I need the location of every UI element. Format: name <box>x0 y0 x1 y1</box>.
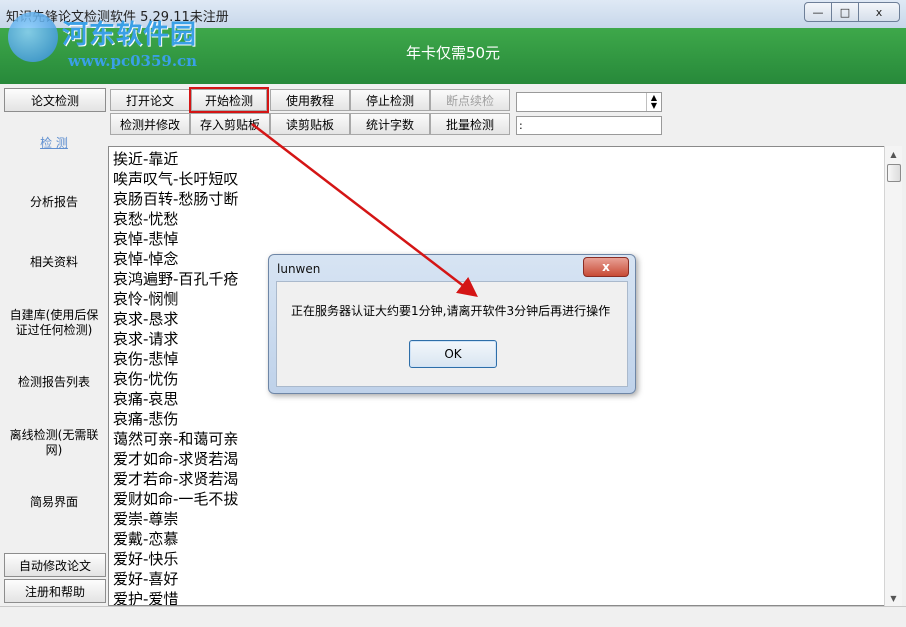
dialog-message: 正在服务器认证大约要1分钟,请离开软件3分钟后再进行操作 <box>291 304 611 318</box>
text-line: 爱才如命-求贤若渴 <box>113 450 239 468</box>
status-bar <box>0 606 906 627</box>
text-line: 唉声叹气-长吁短叹 <box>113 170 239 188</box>
minimize-button[interactable]: — <box>804 2 832 22</box>
check-and-revise-button[interactable]: 检测并修改 <box>110 113 190 135</box>
scroll-up-icon[interactable]: ▲ <box>885 146 902 162</box>
nav-item-check[interactable]: 检 测 <box>0 136 108 151</box>
text-lines: 挨近-靠近唉声叹气-长吁短叹 哀肠百转-愁肠寸断 哀愁-忧愁哀悼-悲悼哀悼-悼念哀鸿… <box>113 149 239 606</box>
dialog-close-button[interactable]: x <box>583 257 629 277</box>
text-line: 爱崇-尊崇 <box>113 510 179 528</box>
scroll-thumb[interactable] <box>887 164 901 182</box>
maximize-button[interactable]: □ <box>831 2 859 22</box>
nav-auto-revise-button[interactable]: 自动修改论文 <box>4 553 106 577</box>
start-check-button[interactable]: 开始检测 <box>189 87 269 113</box>
scroll-down-icon[interactable]: ▼ <box>885 590 902 606</box>
text-line: 哀求-恳求 <box>113 310 179 328</box>
text-line: 哀鸿遍野-百孔千疮 <box>113 270 239 288</box>
resume-check-button[interactable]: 断点续检 <box>430 89 510 111</box>
read-clipboard-button[interactable]: 读剪贴板 <box>270 113 350 135</box>
tutorial-button[interactable]: 使用教程 <box>270 89 350 111</box>
text-line: 哀求-请求 <box>113 330 179 348</box>
dialog-title: lunwen <box>277 262 321 276</box>
nav-register-help-button[interactable]: 注册和帮助 <box>4 579 106 603</box>
text-line: 哀伤-忧伤 <box>113 370 179 388</box>
nav-item-related-materials[interactable]: 相关资料 <box>0 255 108 270</box>
text-line: 哀愁-忧愁 <box>113 210 179 228</box>
sidebar: 论文检测 检 测 分析报告 相关资料 自建库(使用后保证过任何检测) 检测报告列… <box>0 84 108 608</box>
open-paper-button[interactable]: 打开论文 <box>110 89 190 111</box>
stop-check-button[interactable]: 停止检测 <box>350 89 430 111</box>
text-line: 爱才若命-求贤若渴 <box>113 470 239 488</box>
nav-item-report-list[interactable]: 检测报告列表 <box>0 375 108 390</box>
text-line: 哀痛-哀思 <box>113 390 179 408</box>
nav-paper-check-button[interactable]: 论文检测 <box>4 88 106 112</box>
text-line: 哀悼-悲悼 <box>113 230 179 248</box>
mode-select[interactable]: ▲ ▼ <box>516 92 662 112</box>
spinner-arrows-icon[interactable]: ▲ ▼ <box>646 93 661 111</box>
text-scrollbar[interactable]: ▲ ▼ <box>884 146 902 606</box>
text-line: 哀肠百转-愁肠寸断 <box>113 190 239 208</box>
dialog-body: 正在服务器认证大约要1分钟,请离开软件3分钟后再进行操作 OK <box>276 281 628 387</box>
nav-item-custom-library[interactable]: 自建库(使用后保证过任何检测) <box>6 308 102 338</box>
nav-item-offline-check[interactable]: 离线检测(无需联网) <box>6 428 102 458</box>
text-line: 哀痛-悲伤 <box>113 410 179 428</box>
text-line: 爱戴-恋慕 <box>113 530 179 548</box>
window-title: 知识先锋论文检测软件 5.29.11未注册 <box>6 10 229 25</box>
message-dialog: lunwen x 正在服务器认证大约要1分钟,请离开软件3分钟后再进行操作 OK <box>268 254 636 394</box>
dialog-ok-button[interactable]: OK <box>409 340 497 368</box>
text-line: 爱好-快乐 <box>113 550 179 568</box>
batch-check-button[interactable]: 批量检测 <box>430 113 510 135</box>
text-line: 爱财如命-一毛不拔 <box>113 490 239 508</box>
text-line: 爱好-喜好 <box>113 570 179 588</box>
text-line: 哀怜-悯恻 <box>113 290 179 308</box>
text-line: 哀悼-悼念 <box>113 250 179 268</box>
close-window-button[interactable]: x <box>858 2 900 22</box>
window-controls: — □ x <box>804 2 900 22</box>
window-titlebar: 知识先锋论文检测软件 5.29.11未注册 — □ x <box>0 0 906 29</box>
promo-banner: 年卡仅需50元 <box>0 28 906 84</box>
nav-item-analysis-report[interactable]: 分析报告 <box>0 195 108 210</box>
text-line: 蔼然可亲-和蔼可亲 <box>113 430 239 448</box>
nav-item-simple-ui[interactable]: 简易界面 <box>0 495 108 510</box>
text-line: 挨近-靠近 <box>113 150 179 168</box>
save-clipboard-button[interactable]: 存入剪贴板 <box>190 113 270 135</box>
banner-ad-text[interactable]: 年卡仅需50元 <box>0 42 906 63</box>
text-line: 哀伤-悲悼 <box>113 350 179 368</box>
param-input[interactable]: : <box>516 116 662 135</box>
text-line: 爱护-爱惜 <box>113 590 179 606</box>
word-count-button[interactable]: 统计字数 <box>350 113 430 135</box>
